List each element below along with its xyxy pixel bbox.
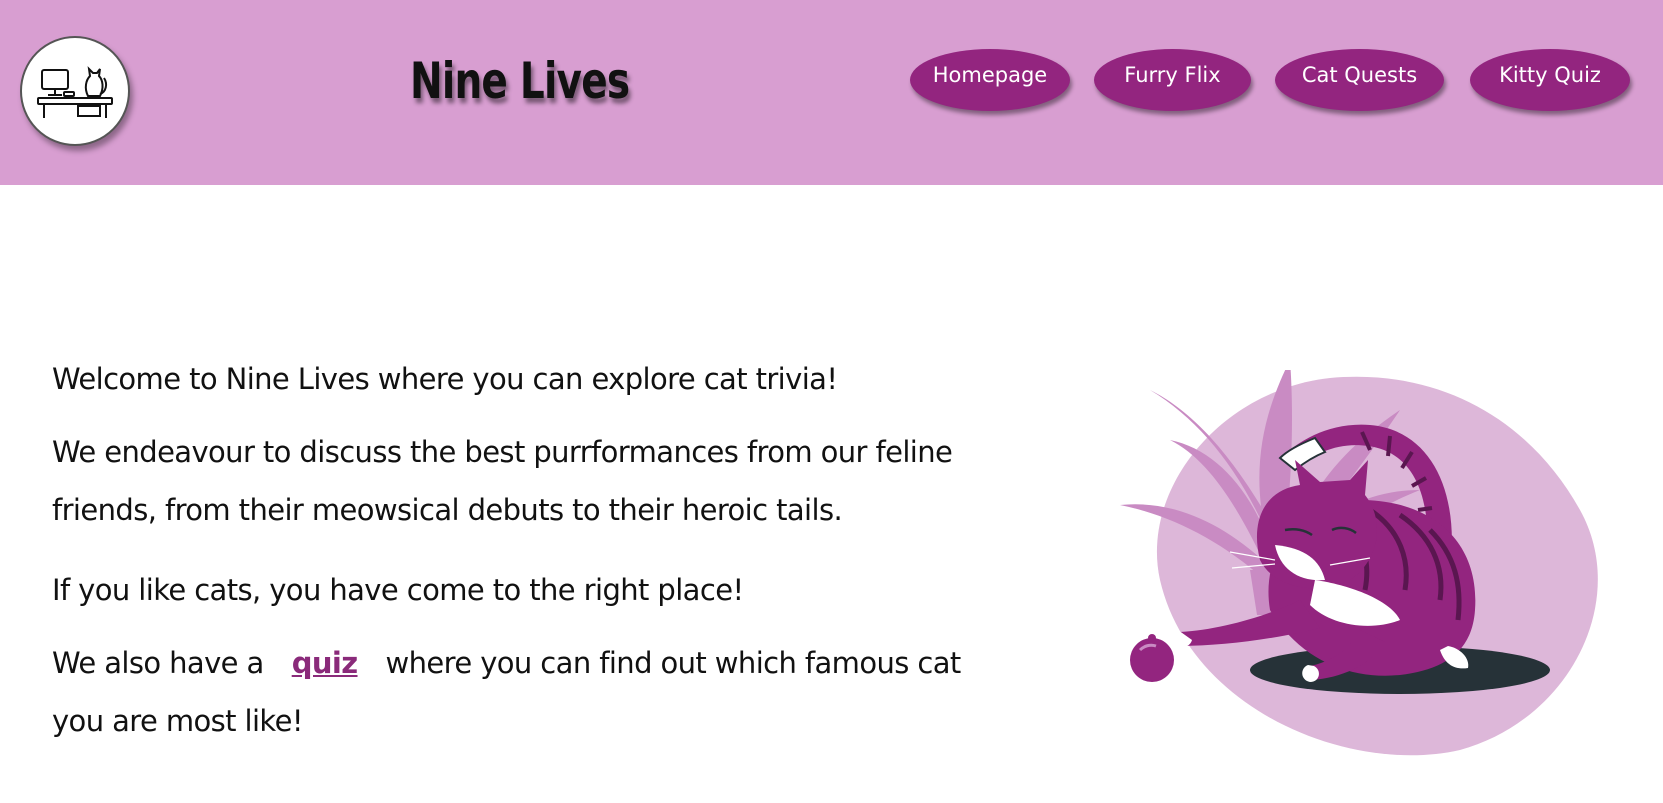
quiz-link[interactable]: quiz (264, 646, 386, 680)
nav-kitty-quiz-button[interactable]: Kitty Quiz (1470, 49, 1630, 111)
logo-cat-desk-icon[interactable] (20, 36, 130, 146)
welcome-text: Welcome to Nine Lives where you can expl… (52, 362, 838, 396)
nav-furry-flix-button[interactable]: Furry Flix (1094, 49, 1251, 111)
playing-cat-illustration (1100, 360, 1610, 760)
site-title: Nine Lives (410, 52, 630, 110)
cta-text: If you like cats, you have come to the r… (52, 573, 744, 607)
nav-cat-quests-button[interactable]: Cat Quests (1275, 49, 1444, 111)
quiz-paragraph: We also have a quiz where you can find out… (52, 634, 982, 750)
intro-content: Welcome to Nine Lives where you can expl… (52, 350, 982, 772)
nav-homepage-button[interactable]: Homepage (910, 49, 1070, 111)
site-header: Nine Lives Homepage Furry Flix Cat Quest… (0, 0, 1663, 185)
quiz-prefix: We also have a (52, 646, 264, 680)
intro-text: We endeavour to discuss the best purrfor… (52, 435, 953, 527)
